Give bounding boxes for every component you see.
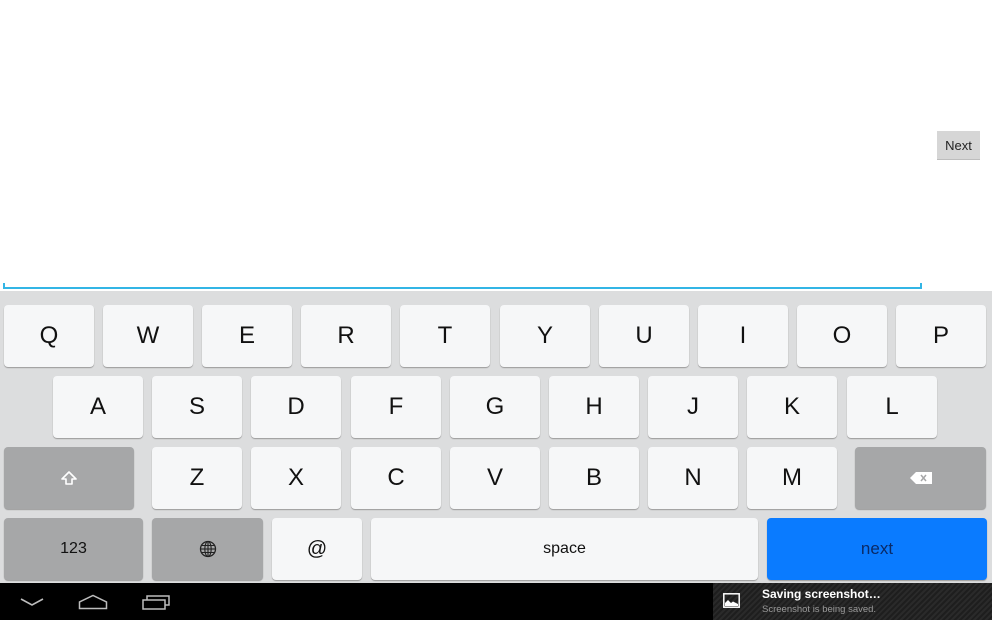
home-button[interactable] — [73, 589, 113, 615]
at-key[interactable]: @ — [272, 518, 362, 580]
key-b[interactable]: B — [549, 447, 639, 509]
backspace-icon — [909, 472, 932, 484]
text-input[interactable] — [3, 276, 922, 289]
key-j[interactable]: J — [648, 376, 738, 438]
numbers-key[interactable]: 123 — [4, 518, 143, 580]
next-key[interactable]: next — [767, 518, 987, 580]
key-l[interactable]: L — [847, 376, 937, 438]
key-u[interactable]: U — [599, 305, 689, 367]
image-icon — [723, 593, 740, 608]
key-a[interactable]: A — [53, 376, 143, 438]
key-x[interactable]: X — [251, 447, 341, 509]
key-e[interactable]: E — [202, 305, 292, 367]
next-button[interactable]: Next — [937, 131, 980, 160]
input-tick-left — [3, 283, 5, 289]
notification-subtitle: Screenshot is being saved. — [762, 604, 877, 615]
back-icon — [20, 598, 44, 606]
key-c[interactable]: C — [351, 447, 441, 509]
key-q[interactable]: Q — [4, 305, 94, 367]
key-o[interactable]: O — [797, 305, 887, 367]
key-n[interactable]: N — [648, 447, 738, 509]
key-v[interactable]: V — [450, 447, 540, 509]
backspace-key[interactable] — [855, 447, 986, 509]
globe-icon — [199, 540, 216, 558]
key-f[interactable]: F — [351, 376, 441, 438]
soft-keyboard: Q W E R T Y U I O P A S D F G H J K L Z … — [0, 291, 992, 583]
key-p[interactable]: P — [896, 305, 986, 367]
key-w[interactable]: W — [103, 305, 193, 367]
shift-key[interactable] — [4, 447, 134, 509]
recents-icon — [142, 595, 170, 610]
back-button[interactable] — [12, 589, 52, 615]
key-y[interactable]: Y — [500, 305, 590, 367]
screenshot-notification[interactable]: Saving screenshot… Screenshot is being s… — [713, 583, 992, 620]
app-content: Next — [0, 0, 992, 291]
space-key[interactable]: space — [371, 518, 758, 580]
notification-title: Saving screenshot… — [762, 587, 881, 601]
home-icon — [78, 594, 108, 610]
language-key[interactable] — [152, 518, 263, 580]
input-tick-right — [920, 283, 922, 289]
key-r[interactable]: R — [301, 305, 391, 367]
key-h[interactable]: H — [549, 376, 639, 438]
key-g[interactable]: G — [450, 376, 540, 438]
input-underline — [3, 287, 922, 289]
key-m[interactable]: M — [747, 447, 837, 509]
key-k[interactable]: K — [747, 376, 837, 438]
key-z[interactable]: Z — [152, 447, 242, 509]
key-d[interactable]: D — [251, 376, 341, 438]
key-i[interactable]: I — [698, 305, 788, 367]
shift-icon — [61, 471, 77, 485]
key-s[interactable]: S — [152, 376, 242, 438]
recents-button[interactable] — [136, 589, 176, 615]
key-t[interactable]: T — [400, 305, 490, 367]
